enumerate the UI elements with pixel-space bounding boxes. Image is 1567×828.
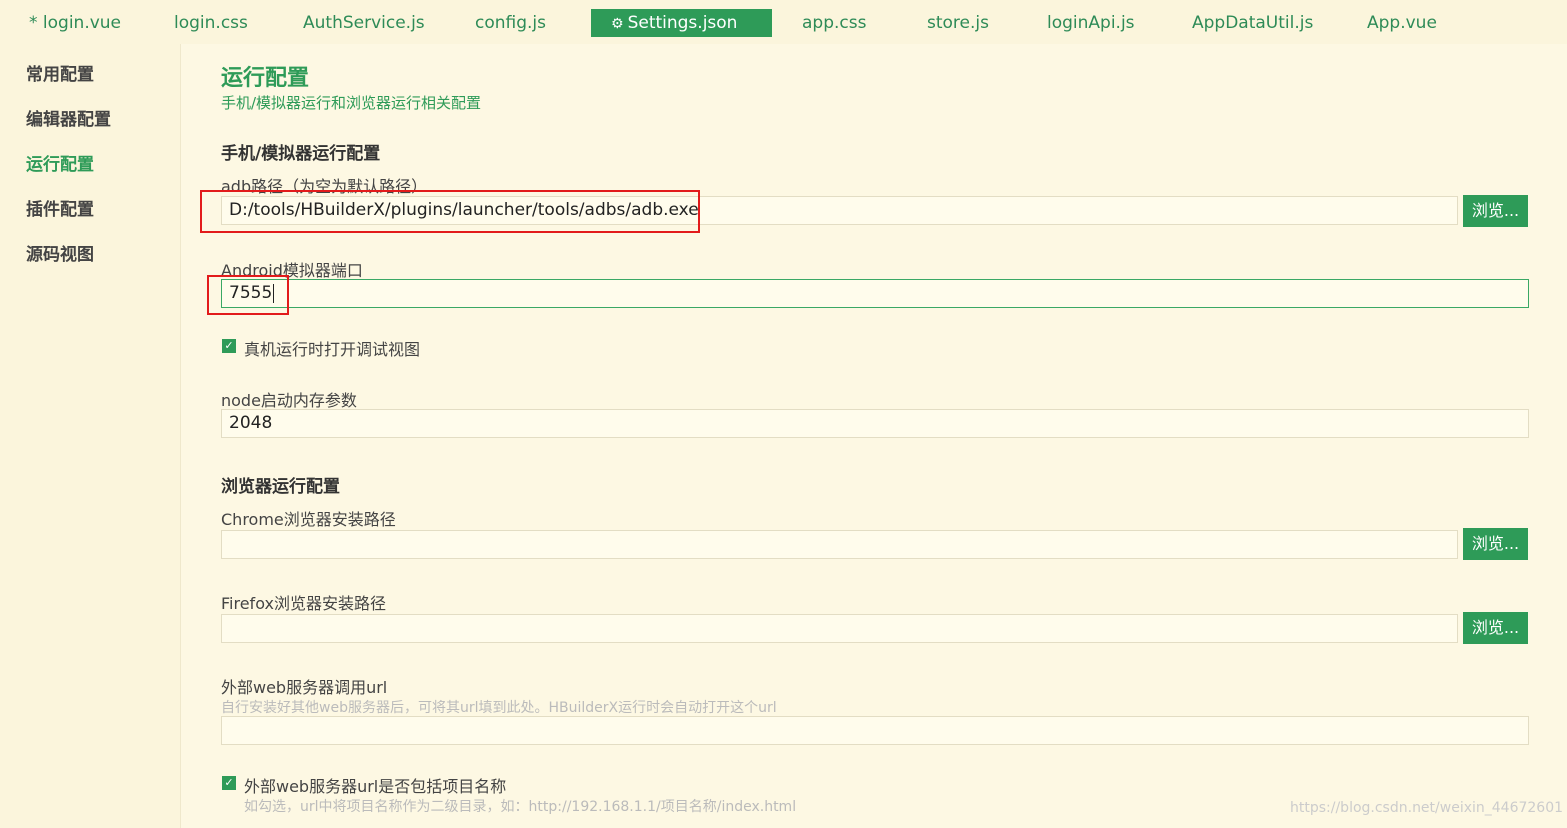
include-project-name-label: 外部web服务器url是否包括项目名称 — [244, 777, 507, 796]
chrome-browse-button[interactable]: 浏览... — [1463, 528, 1528, 560]
debug-view-checkbox[interactable]: ✓ — [222, 339, 236, 353]
tab-loginapi-js[interactable]: loginApi.js — [1047, 9, 1135, 37]
phone-section-heading: 手机/模拟器运行配置 — [221, 144, 381, 164]
page-subtitle: 手机/模拟器运行和浏览器运行相关配置 — [221, 94, 482, 112]
node-memory-label: node启动内存参数 — [221, 391, 357, 410]
firefox-browse-button[interactable]: 浏览... — [1463, 612, 1528, 644]
tab-store-js[interactable]: store.js — [927, 9, 989, 37]
tab-login-css[interactable]: login.css — [174, 9, 248, 37]
tab-appdatautil-js[interactable]: AppDataUtil.js — [1192, 9, 1313, 37]
tab-label: config.js — [475, 13, 547, 33]
highlight-box-port — [207, 275, 289, 315]
watermark-text: https://blog.csdn.net/weixin_44672601 — [1290, 800, 1564, 816]
sidebar-item-run[interactable]: 运行配置 — [26, 150, 94, 175]
tab-app-vue[interactable]: App.vue — [1367, 9, 1437, 37]
debug-view-label: 真机运行时打开调试视图 — [244, 340, 421, 359]
browser-section-heading: 浏览器运行配置 — [221, 477, 340, 497]
highlight-box-adb — [200, 190, 700, 233]
chrome-path-input[interactable] — [221, 530, 1458, 559]
tab-label: Settings.json — [627, 13, 738, 33]
tab-label: App.vue — [1367, 13, 1437, 33]
tab-label: AuthService.js — [303, 13, 425, 33]
firefox-path-input[interactable] — [221, 614, 1458, 643]
tab-settings-json[interactable]: ⚙ Settings.json — [591, 9, 772, 37]
include-project-name-checkbox[interactable]: ✓ — [222, 776, 236, 790]
gear-icon: ⚙ — [611, 16, 624, 32]
editor-tab-bar: * login.vue login.css AuthService.js con… — [0, 0, 1567, 44]
tab-label: store.js — [927, 13, 989, 33]
tab-login-vue[interactable]: * login.vue — [29, 9, 121, 37]
sidebar-item-editor[interactable]: 编辑器配置 — [26, 105, 111, 130]
firefox-path-label: Firefox浏览器安装路径 — [221, 594, 386, 613]
web-server-url-label: 外部web服务器调用url — [221, 678, 388, 697]
tab-app-css[interactable]: app.css — [802, 9, 866, 37]
settings-sidebar: 常用配置 编辑器配置 运行配置 插件配置 源码视图 — [0, 44, 181, 828]
tab-label: AppDataUtil.js — [1192, 13, 1314, 33]
node-memory-input[interactable]: 2048 — [221, 409, 1529, 438]
node-memory-value: 2048 — [229, 413, 273, 433]
tab-label: * login.vue — [29, 13, 122, 33]
tab-config-js[interactable]: config.js — [475, 9, 546, 37]
adb-browse-button[interactable]: 浏览... — [1463, 195, 1528, 227]
chrome-path-label: Chrome浏览器安装路径 — [221, 510, 396, 529]
emulator-port-input[interactable]: 7555 — [221, 279, 1529, 308]
sidebar-item-source-view[interactable]: 源码视图 — [26, 240, 94, 265]
page-title: 运行配置 — [221, 66, 310, 91]
settings-main: 运行配置 手机/模拟器运行和浏览器运行相关配置 手机/模拟器运行配置 adb路径… — [181, 44, 1567, 828]
sidebar-item-plugins[interactable]: 插件配置 — [26, 195, 94, 220]
include-project-name-hint: 如勾选，url中将项目名称作为二级目录，如：http://192.168.1.1… — [244, 799, 797, 815]
tab-label: login.css — [174, 13, 248, 33]
tab-authservice-js[interactable]: AuthService.js — [303, 9, 425, 37]
sidebar-item-general[interactable]: 常用配置 — [26, 60, 94, 85]
web-server-url-hint: 自行安装好其他web服务器后，可将其url填到此处。HBuilderX运行时会自… — [221, 700, 777, 716]
tab-label: app.css — [802, 13, 867, 33]
web-server-url-input[interactable] — [221, 716, 1529, 745]
tab-label: loginApi.js — [1047, 13, 1135, 33]
